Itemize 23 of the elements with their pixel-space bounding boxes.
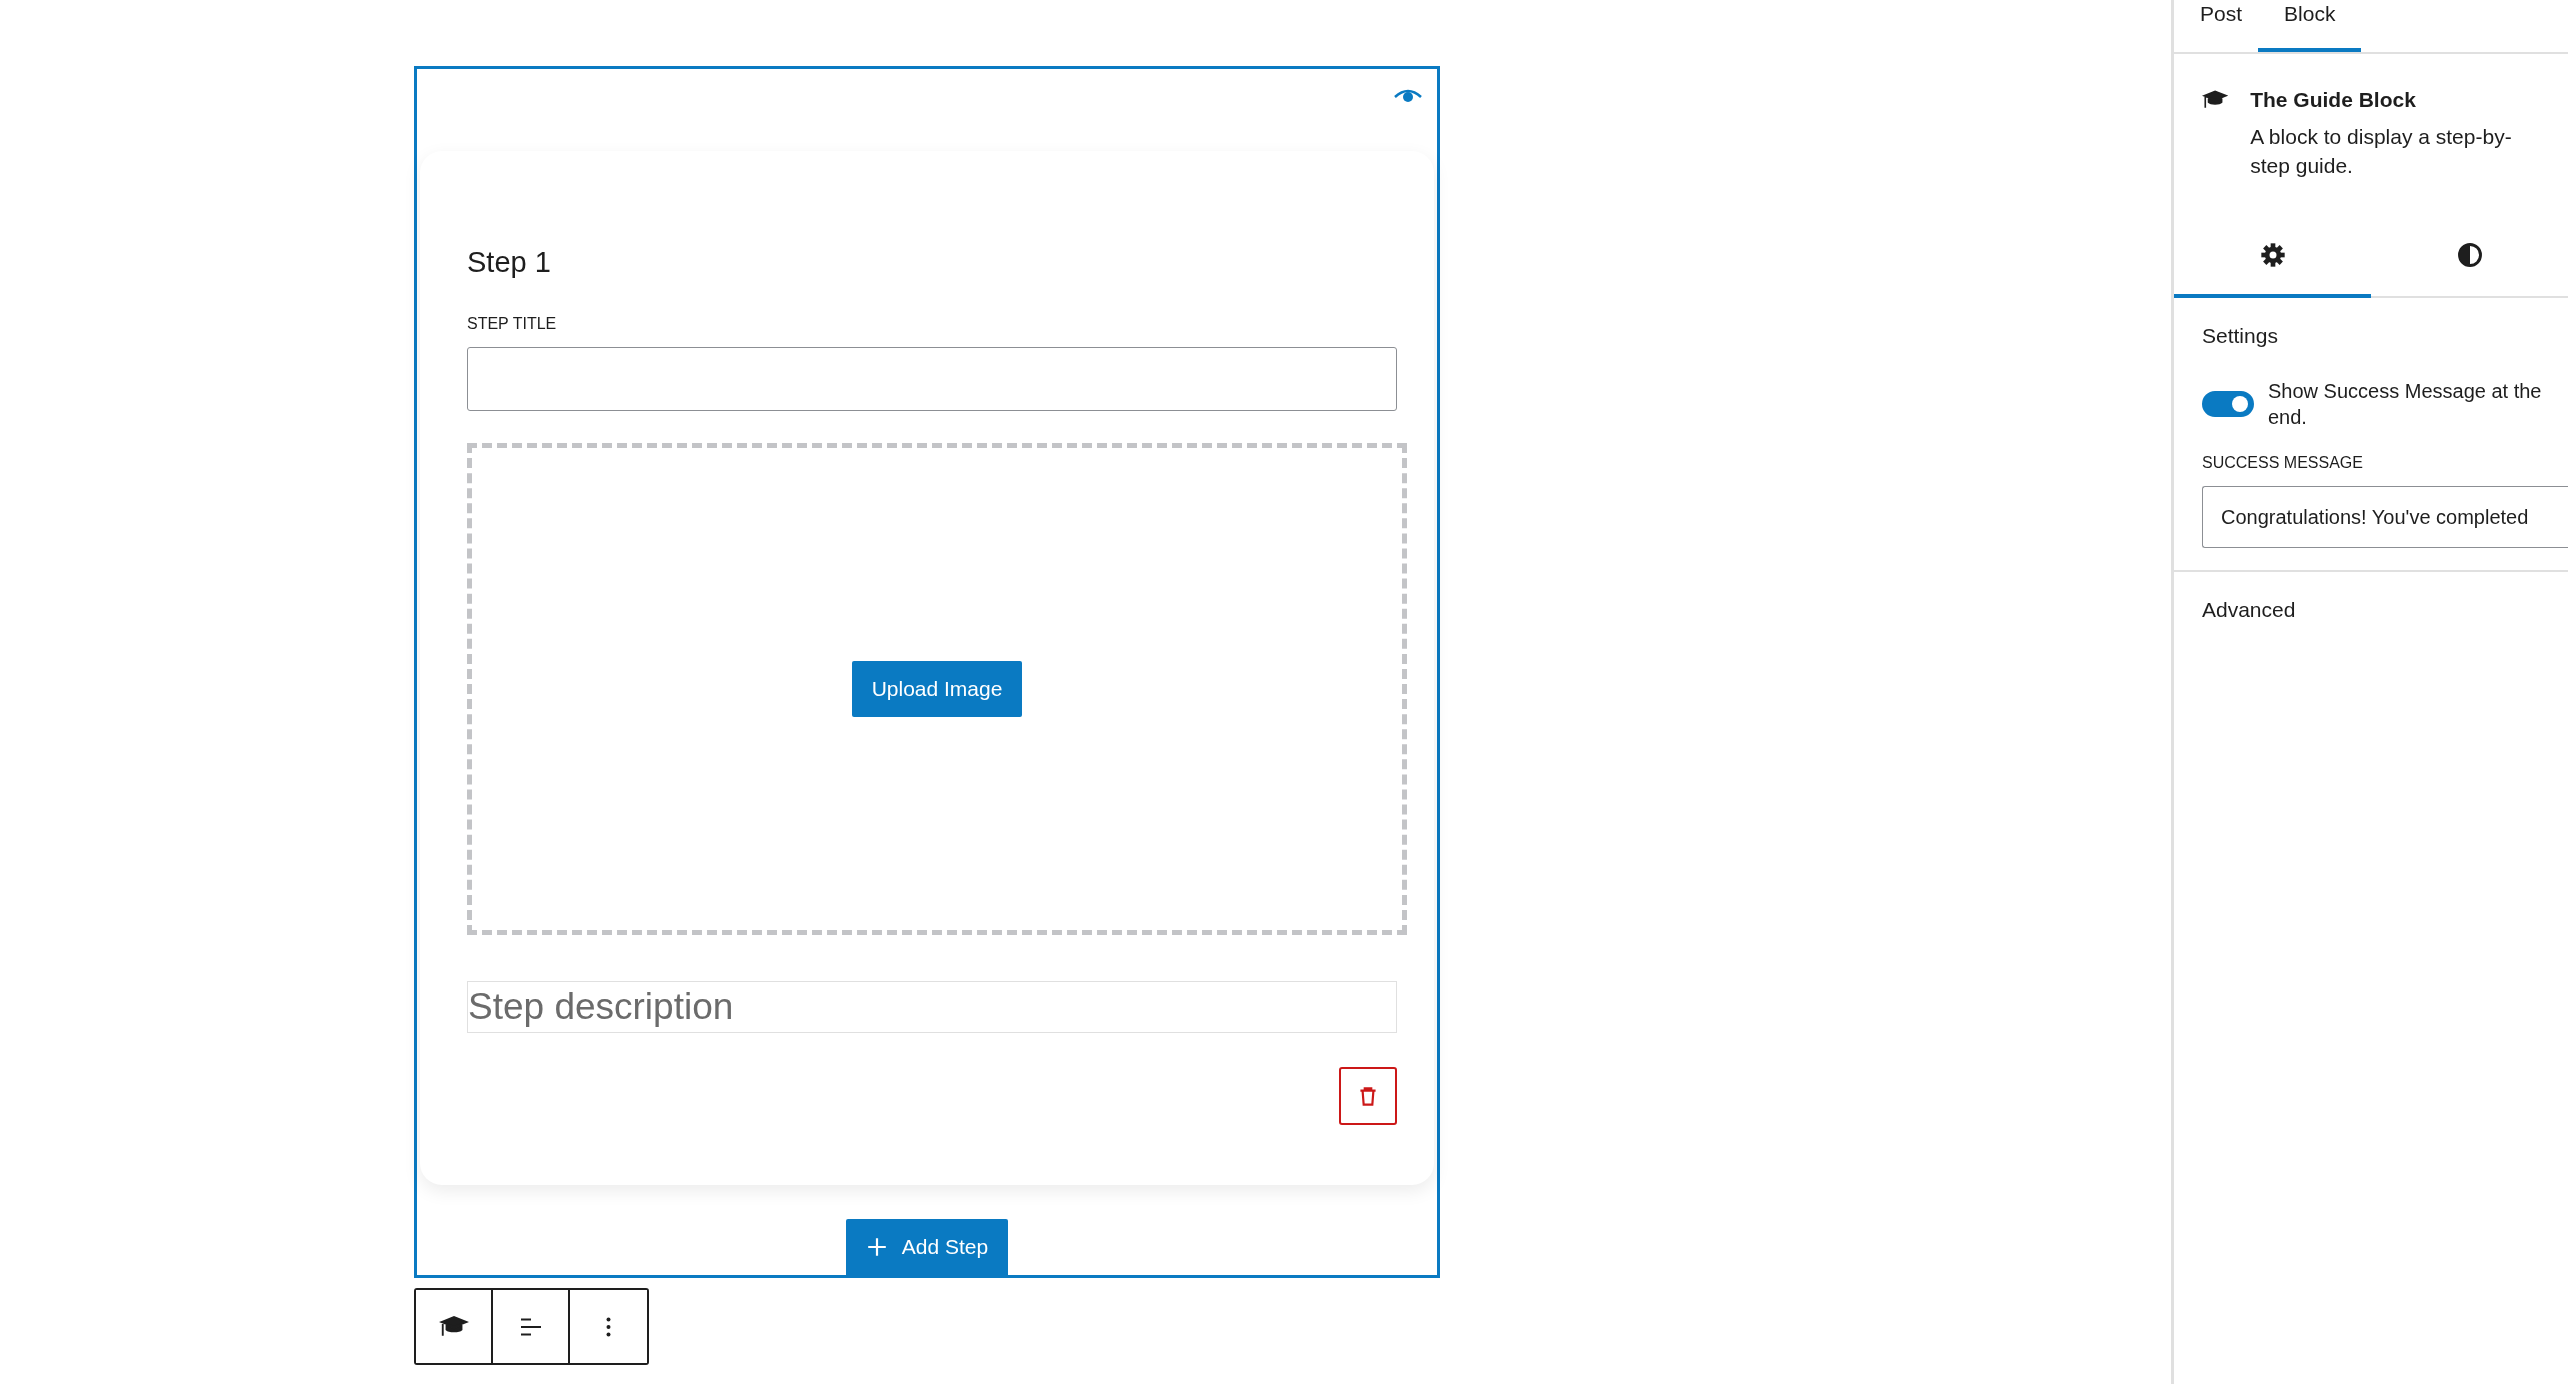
plus-icon	[865, 1236, 888, 1258]
settings-icon	[2258, 241, 2287, 269]
toggle-switch[interactable]	[2202, 391, 2254, 417]
contrast-icon	[2455, 241, 2484, 269]
step-heading: Step 1	[467, 246, 552, 279]
sidebar-tab[interactable]: Block	[2258, 0, 2362, 52]
panel-title[interactable]: Advanced	[2202, 598, 2568, 622]
eye-icon[interactable]	[1393, 87, 1423, 103]
block-description: A block to display a step-by-step guide.	[2250, 124, 2513, 179]
field-label: STEP TITLE	[467, 315, 558, 333]
block-type-button[interactable]	[416, 1290, 493, 1363]
toggle-label: Show Success Message at the end.	[2268, 379, 2543, 430]
add-step-button[interactable]: Add Step	[845, 1219, 1009, 1275]
more-icon	[606, 1316, 611, 1337]
panel-title[interactable]: Settings	[2202, 324, 2568, 348]
delete-button[interactable]	[1339, 1067, 1397, 1125]
success-message-field[interactable]: Congratulations! You've completed	[2202, 486, 2568, 548]
field-label: SUCCESS MESSAGE	[2202, 454, 2364, 472]
block-title: The Guide Block	[2250, 88, 2417, 112]
step-title-field[interactable]	[467, 347, 1397, 411]
step-description-field[interactable]: Step description	[467, 981, 1397, 1033]
sidebar-tab[interactable]: Post	[2184, 0, 2259, 52]
upload-image-button[interactable]: Upload Image	[851, 661, 1023, 717]
